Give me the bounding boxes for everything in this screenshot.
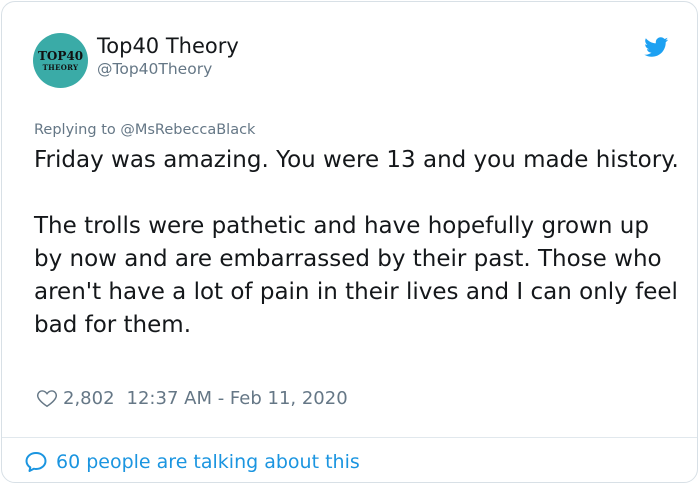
replying-to-label[interactable]: Replying to @MsRebeccaBlack <box>34 122 255 138</box>
tweet-text: Friday was amazing. You were 13 and you … <box>34 147 679 338</box>
like-count: 2,802 <box>63 387 115 409</box>
talking-link[interactable]: 60 people are talking about this <box>24 450 360 474</box>
tweet-meta: 2,802 12:37 AM - Feb 11, 2020 <box>36 386 348 410</box>
twitter-bird-icon[interactable] <box>643 35 670 59</box>
speech-bubble-icon <box>25 452 47 472</box>
avatar-text-top: TOP40 <box>37 49 84 63</box>
tweet-timestamp[interactable]: 12:37 AM - Feb 11, 2020 <box>127 388 348 409</box>
tweet-card: TOP40 THEORY Top40 Theory @Top40Theory R… <box>1 1 698 483</box>
author-handle[interactable]: @Top40Theory <box>97 60 212 78</box>
author-display-name[interactable]: Top40 Theory <box>97 34 239 58</box>
avatar[interactable]: TOP40 THEORY <box>33 33 88 88</box>
divider <box>2 437 697 438</box>
avatar-text-bottom: THEORY <box>42 63 79 72</box>
heart-icon[interactable] <box>36 387 58 409</box>
talking-label: 60 people are talking about this <box>56 451 360 473</box>
